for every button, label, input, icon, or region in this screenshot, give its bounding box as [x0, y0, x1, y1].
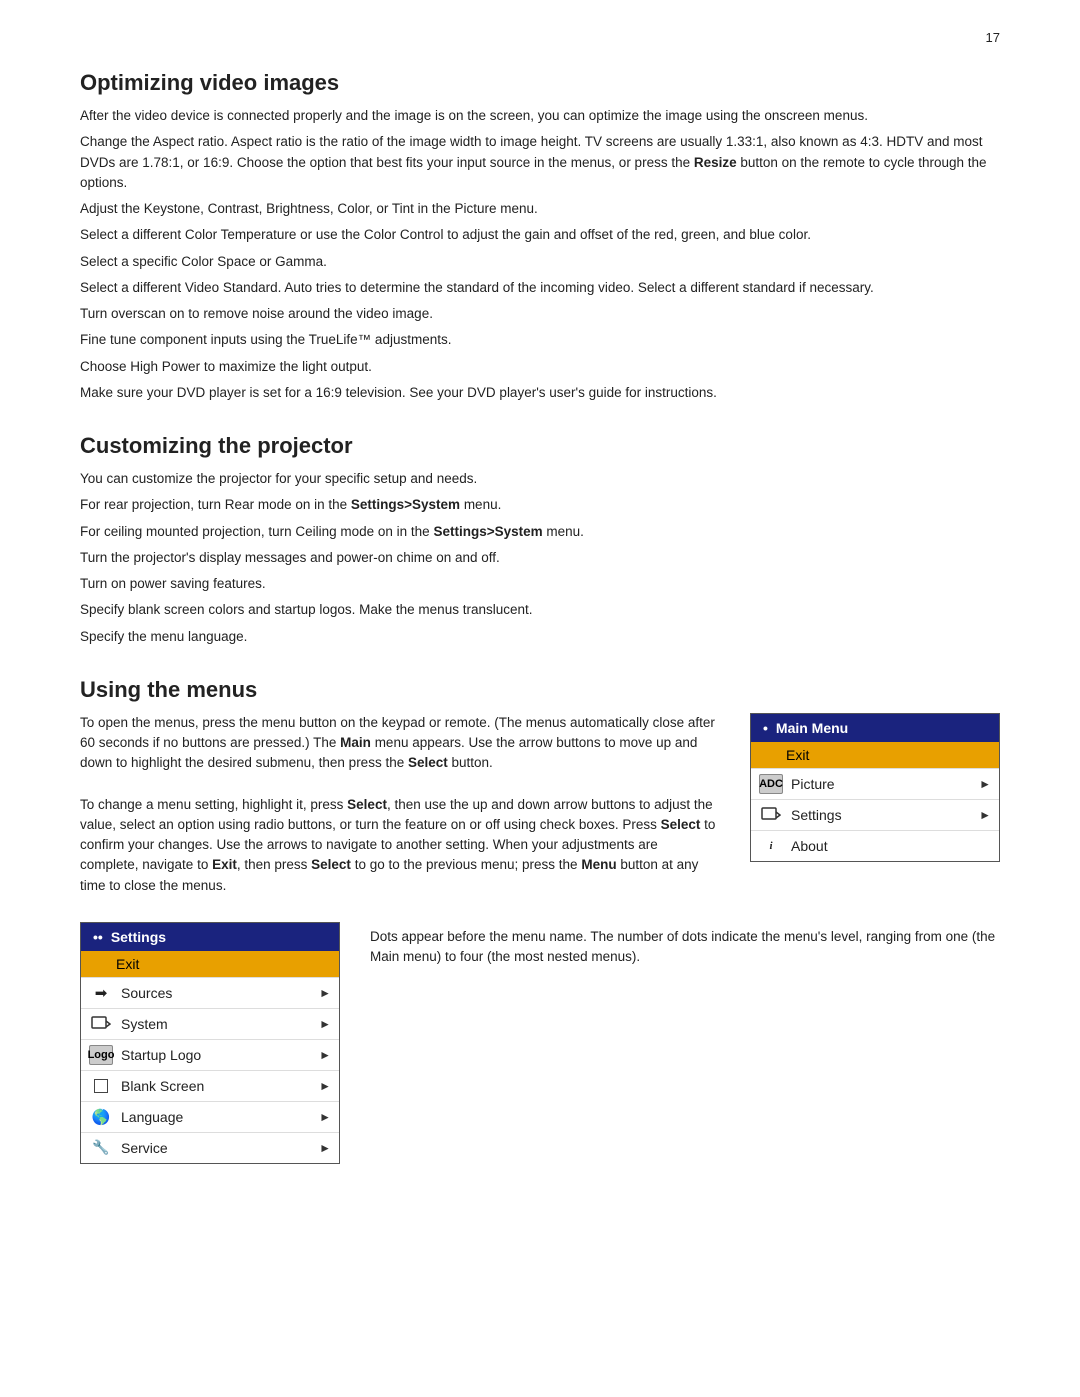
- section-using-menus: Using the menus To open the menus, press…: [80, 677, 1000, 1164]
- picture-arrow: ►: [979, 777, 991, 791]
- settings-label: Settings: [791, 807, 971, 823]
- service-label: Service: [121, 1140, 311, 1156]
- language-icon: 🌎: [89, 1107, 113, 1127]
- language-label: Language: [121, 1109, 311, 1125]
- settings-menu-section: •• Settings Exit ➡ Sources ►: [80, 922, 1000, 1164]
- using-menus-two-col: To open the menus, press the menu button…: [80, 713, 1000, 902]
- about-label: About: [791, 838, 991, 854]
- section2-para7: Specify the menu language.: [80, 627, 1000, 647]
- startup-logo-label: Startup Logo: [121, 1047, 311, 1063]
- section1-para6: Select a different Video Standard. Auto …: [80, 278, 1000, 298]
- picture-label: Picture: [791, 776, 971, 792]
- settings-menu: •• Settings Exit ➡ Sources ►: [80, 922, 340, 1164]
- sources-arrow: ►: [319, 986, 331, 1000]
- dots-description-text: Dots appear before the menu name. The nu…: [370, 922, 1000, 974]
- section1-para1: After the video device is connected prop…: [80, 106, 1000, 126]
- picture-icon: ADC: [759, 774, 783, 794]
- section-customizing: Customizing the projector You can custom…: [80, 433, 1000, 647]
- section3-title: Using the menus: [80, 677, 1000, 703]
- section2-title: Customizing the projector: [80, 433, 1000, 459]
- section2-para3: For ceiling mounted projection, turn Cei…: [80, 522, 1000, 542]
- section2-para4: Turn the projector's display messages an…: [80, 548, 1000, 568]
- section1-para5: Select a specific Color Space or Gamma.: [80, 252, 1000, 272]
- settings-arrow: ►: [979, 808, 991, 822]
- section1-para7: Turn overscan on to remove noise around …: [80, 304, 1000, 324]
- main-menu: • Main Menu Exit ADC Picture ►: [750, 713, 1000, 862]
- sources-icon: ➡: [89, 983, 113, 1003]
- section2-para5: Turn on power saving features.: [80, 574, 1000, 594]
- settings-icon: [759, 805, 783, 825]
- section1-para3: Adjust the Keystone, Contrast, Brightnes…: [80, 199, 1000, 219]
- main-menu-header: • Main Menu: [751, 714, 999, 742]
- using-menus-para2: To change a menu setting, highlight it, …: [80, 795, 720, 896]
- settings-menu-sources[interactable]: ➡ Sources ►: [81, 977, 339, 1008]
- section2-para6: Specify blank screen colors and startup …: [80, 600, 1000, 620]
- service-icon: 🔧: [89, 1138, 113, 1158]
- sources-label: Sources: [121, 985, 311, 1001]
- blank-screen-icon: [89, 1076, 113, 1096]
- settings-menu-language[interactable]: 🌎 Language ►: [81, 1101, 339, 1132]
- section1-para9: Choose High Power to maximize the light …: [80, 357, 1000, 377]
- using-menus-left-text: To open the menus, press the menu button…: [80, 713, 720, 902]
- main-menu-picture[interactable]: ADC Picture ►: [751, 768, 999, 799]
- settings-menu-dots: ••: [93, 929, 103, 945]
- page-number: 17: [986, 30, 1000, 45]
- settings-menu-header: •• Settings: [81, 923, 339, 951]
- using-menus-para1: To open the menus, press the menu button…: [80, 713, 720, 774]
- main-menu-settings[interactable]: Settings ►: [751, 799, 999, 830]
- startup-logo-arrow: ►: [319, 1048, 331, 1062]
- main-menu-dot: •: [763, 720, 768, 736]
- section1-para10: Make sure your DVD player is set for a 1…: [80, 383, 1000, 403]
- blank-screen-arrow: ►: [319, 1079, 331, 1093]
- system-icon: [89, 1014, 113, 1034]
- main-menu-exit[interactable]: Exit: [751, 742, 999, 768]
- language-arrow: ►: [319, 1110, 331, 1124]
- settings-menu-blank-screen[interactable]: Blank Screen ►: [81, 1070, 339, 1101]
- settings-menu-startup-logo[interactable]: Logo Startup Logo ►: [81, 1039, 339, 1070]
- section1-para4: Select a different Color Temperature or …: [80, 225, 1000, 245]
- main-menu-box: • Main Menu Exit ADC Picture ►: [750, 713, 1000, 862]
- section1-para8: Fine tune component inputs using the Tru…: [80, 330, 1000, 350]
- section2-para1: You can customize the projector for your…: [80, 469, 1000, 489]
- settings-menu-container: •• Settings Exit ➡ Sources ►: [80, 922, 340, 1164]
- dots-description: Dots appear before the menu name. The nu…: [370, 927, 1000, 968]
- system-label: System: [121, 1016, 311, 1032]
- section-optimizing: Optimizing video images After the video …: [80, 70, 1000, 403]
- service-arrow: ►: [319, 1141, 331, 1155]
- main-menu-about[interactable]: i About: [751, 830, 999, 861]
- system-arrow: ►: [319, 1017, 331, 1031]
- settings-menu-system[interactable]: System ►: [81, 1008, 339, 1039]
- settings-menu-exit[interactable]: Exit: [81, 951, 339, 977]
- main-menu-title: Main Menu: [776, 720, 848, 736]
- startup-logo-icon: Logo: [89, 1045, 113, 1065]
- blank-screen-label: Blank Screen: [121, 1078, 311, 1094]
- section2-para2: For rear projection, turn Rear mode on i…: [80, 495, 1000, 515]
- settings-menu-service[interactable]: 🔧 Service ►: [81, 1132, 339, 1163]
- about-icon: i: [759, 836, 783, 856]
- settings-menu-title: Settings: [111, 929, 166, 945]
- section1-title: Optimizing video images: [80, 70, 1000, 96]
- section1-para2: Change the Aspect ratio. Aspect ratio is…: [80, 132, 1000, 193]
